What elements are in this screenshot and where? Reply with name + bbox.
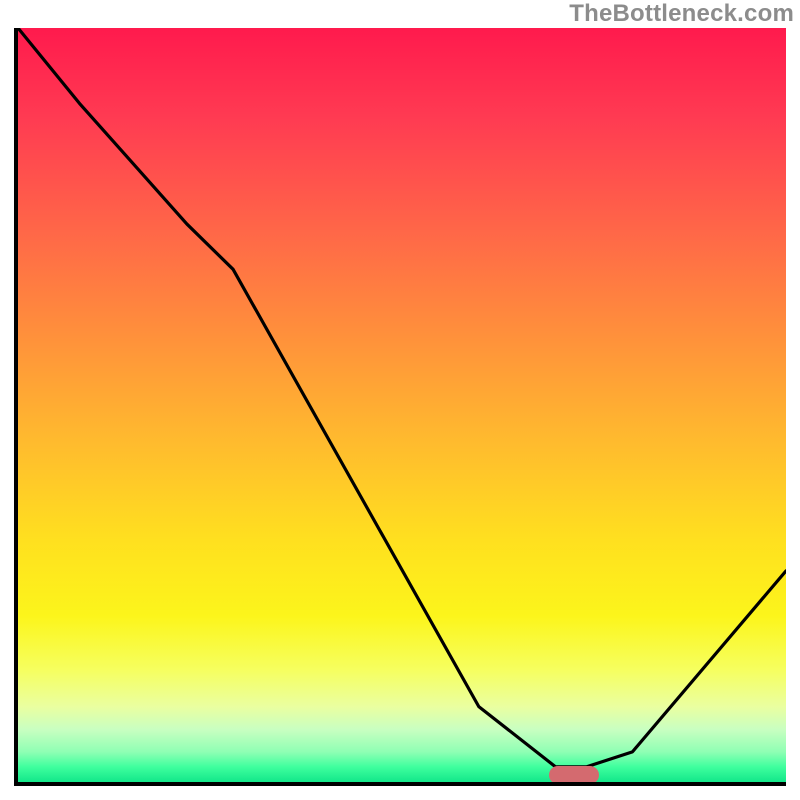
chart-curve <box>18 28 786 782</box>
chart-marker <box>549 766 599 784</box>
plot-area <box>14 28 786 786</box>
chart-container: TheBottleneck.com <box>0 0 800 800</box>
chart-curve-path <box>18 28 786 767</box>
watermark-text: TheBottleneck.com <box>569 0 794 28</box>
